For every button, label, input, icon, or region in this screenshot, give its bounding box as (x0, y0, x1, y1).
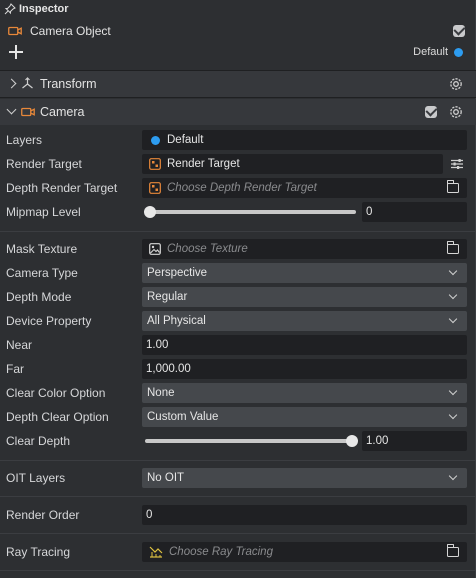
divider (0, 460, 476, 461)
add-component-icon[interactable] (8, 44, 24, 60)
chevron-down-icon (448, 290, 458, 300)
render-target-icon (149, 158, 161, 170)
clear-color-option-value: None (147, 387, 175, 399)
near-label: Near (6, 338, 33, 352)
render-order-value: 0 (146, 509, 153, 521)
render-target-field[interactable]: Render Target (142, 154, 443, 174)
divider (0, 570, 476, 571)
depth-render-target-label: Depth Render Target (6, 181, 118, 195)
far-input[interactable]: 1,000.00 (142, 359, 467, 379)
camera-type-select[interactable]: Perspective (142, 263, 467, 283)
ray-tracing-placeholder: Choose Ray Tracing (169, 546, 273, 558)
clear-depth-label: Clear Depth (6, 434, 71, 448)
render-target-icon (149, 182, 161, 194)
mipmap-level-label: Mipmap Level (6, 205, 81, 219)
depth-clear-option-select[interactable]: Custom Value (142, 407, 467, 427)
near-input[interactable]: 1.00 (142, 335, 467, 355)
camera-type-label: Camera Type (6, 266, 78, 280)
far-value: 1,000.00 (146, 363, 191, 375)
transform-title: Transform (40, 77, 97, 91)
ray-tracing-icon (149, 546, 163, 558)
chevron-down-icon (448, 386, 458, 396)
gear-icon[interactable] (448, 104, 464, 120)
camera-enabled-checkbox[interactable] (425, 106, 437, 118)
divider (0, 533, 476, 534)
ray-tracing-field[interactable]: Choose Ray Tracing (142, 542, 467, 562)
depth-mode-label: Depth Mode (6, 290, 72, 304)
mipmap-level-input[interactable]: 0 (362, 202, 467, 222)
settings-sliders-icon[interactable] (450, 157, 464, 171)
depth-render-target-field[interactable]: Choose Depth Render Target (142, 178, 467, 198)
folder-icon[interactable] (446, 180, 459, 193)
oit-layers-value: No OIT (147, 472, 185, 484)
add-row: Default (0, 43, 476, 63)
camera-section-header[interactable]: Camera (0, 99, 476, 125)
mipmap-slider-knob[interactable] (144, 206, 156, 218)
chevron-down-icon (448, 266, 458, 276)
folder-icon[interactable] (446, 241, 459, 254)
chevron-down-icon (448, 471, 458, 481)
depth-clear-option-value: Custom Value (147, 411, 219, 423)
clear-depth-value: 1.00 (366, 435, 389, 447)
divider (0, 496, 476, 497)
render-target-label: Render Target (6, 157, 82, 171)
clear-color-option-label: Clear Color Option (6, 386, 106, 400)
layers-field[interactable]: Default (142, 130, 467, 150)
depth-clear-option-label: Depth Clear Option (6, 410, 109, 424)
render-order-label: Render Order (6, 508, 80, 522)
layers-value: Default (167, 134, 204, 146)
clear-depth-slider-track[interactable] (145, 439, 352, 443)
camera-icon (8, 26, 22, 36)
transform-icon (22, 77, 33, 89)
transform-section-header[interactable]: Transform (0, 71, 476, 97)
depth-mode-value: Regular (147, 291, 188, 303)
divider (0, 231, 476, 232)
oit-layers-select[interactable]: No OIT (142, 468, 467, 488)
pin-icon[interactable] (4, 3, 16, 15)
mask-texture-label: Mask Texture (6, 242, 78, 256)
far-label: Far (6, 362, 24, 376)
near-value: 1.00 (146, 339, 169, 351)
layer-color-dot (151, 135, 160, 145)
inspector-panel: Inspector Camera Object Default Transfor… (0, 0, 476, 578)
device-property-select[interactable]: All Physical (142, 311, 467, 331)
chevron-down-icon (448, 314, 458, 324)
object-name[interactable]: Camera Object (30, 24, 111, 38)
inspector-header: Inspector (0, 0, 476, 18)
chevron-right-icon[interactable] (6, 78, 17, 89)
camera-icon (21, 107, 35, 117)
camera-type-value: Perspective (147, 267, 208, 279)
object-row[interactable]: Camera Object (0, 22, 476, 40)
clear-depth-slider-knob[interactable] (346, 435, 358, 447)
ray-tracing-label: Ray Tracing (6, 545, 71, 559)
divider (0, 97, 476, 98)
oit-layers-label: OIT Layers (6, 471, 66, 485)
depth-mode-select[interactable]: Regular (142, 287, 467, 307)
gear-icon[interactable] (448, 76, 464, 92)
folder-icon[interactable] (446, 544, 459, 557)
clear-depth-input[interactable]: 1.00 (362, 431, 467, 451)
mask-texture-field[interactable]: Choose Texture (142, 239, 467, 259)
object-enabled-checkbox[interactable] (453, 25, 465, 37)
clear-color-option-select[interactable]: None (142, 383, 467, 403)
mipmap-slider-track[interactable] (148, 210, 356, 214)
layer-color-dot (454, 48, 463, 57)
device-property-value: All Physical (147, 315, 206, 327)
mipmap-level-value: 0 (366, 206, 373, 218)
depth-render-target-placeholder: Choose Depth Render Target (167, 182, 317, 194)
chevron-down-icon[interactable] (6, 104, 17, 115)
camera-title: Camera (40, 105, 85, 119)
texture-icon (149, 243, 161, 255)
mask-texture-placeholder: Choose Texture (167, 243, 248, 255)
inspector-title: Inspector (19, 3, 69, 15)
object-layer-label[interactable]: Default (413, 46, 448, 58)
layers-label: Layers (6, 133, 43, 147)
render-order-input[interactable]: 0 (142, 505, 467, 525)
render-target-value: Render Target (167, 158, 240, 170)
device-property-label: Device Property (6, 314, 92, 328)
chevron-down-icon (448, 410, 458, 420)
